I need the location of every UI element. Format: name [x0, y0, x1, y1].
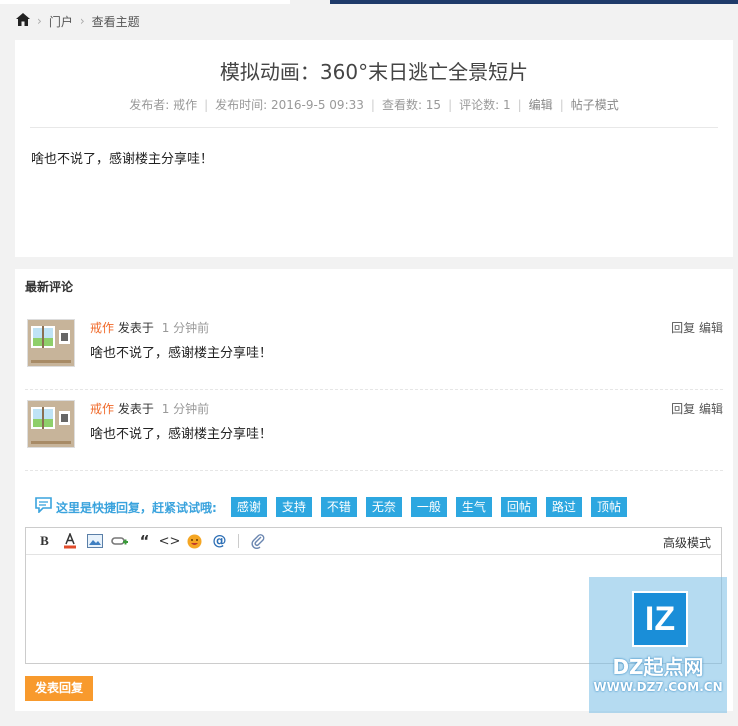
bold-icon[interactable]: B: [32, 532, 57, 550]
submit-reply-button[interactable]: 发表回复: [25, 676, 93, 701]
quick-tag-button[interactable]: 支持: [275, 497, 312, 517]
quick-tag-button[interactable]: 感谢: [230, 497, 267, 517]
edit-button[interactable]: 编辑: [699, 402, 723, 416]
edit-button[interactable]: 编辑: [699, 321, 723, 335]
comment-actions: 回复 编辑: [671, 319, 723, 336]
editor-toolbar: B “ <> @ 高级模式: [26, 528, 721, 555]
home-icon[interactable]: [16, 13, 30, 29]
quick-reply-bar: 这里是快捷回复，赶紧试试哦: 感谢 支持 不错 无奈 一般 生气 回帖 路过 顶…: [35, 496, 636, 518]
post-time: 发布时间: 2016-9-5 09:33: [215, 98, 364, 112]
toolbar-separator: [238, 534, 239, 548]
reply-button[interactable]: 回复: [671, 402, 695, 416]
watermark-name: DZ起点网: [612, 655, 704, 679]
speech-bubble-icon: [35, 497, 52, 517]
quick-tag-button[interactable]: 回帖: [500, 497, 537, 517]
edit-link[interactable]: 编辑: [529, 98, 553, 112]
breadcrumb-current: 查看主题: [91, 14, 140, 29]
breadcrumb-separator: ›: [79, 14, 85, 28]
comment-text: 啥也不说了，感谢楼主分享哇！: [90, 427, 273, 442]
comment-time: 1 分钟前: [161, 402, 210, 416]
mention-icon[interactable]: @: [207, 532, 232, 550]
link-icon[interactable]: [107, 532, 132, 550]
comment-posted-label: 发表于: [117, 321, 154, 335]
divider: [30, 127, 718, 128]
breadcrumb-portal[interactable]: 门户: [49, 13, 73, 30]
post-comments-count: 评论数: 1: [459, 98, 511, 112]
quote-icon[interactable]: “: [132, 532, 157, 550]
code-icon[interactable]: <>: [157, 532, 182, 550]
comment-item: 戒作 发表于 1 分钟前 回复 编辑 啥也不说了，感谢楼主分享哇！: [25, 309, 723, 390]
comment-item: 戒作 发表于 1 分钟前 回复 编辑 啥也不说了，感谢楼主分享哇！: [25, 390, 723, 471]
post-author: 发布者: 戒作: [129, 98, 198, 112]
font-color-icon[interactable]: [57, 532, 82, 550]
quick-tag-button[interactable]: 一般: [410, 497, 447, 517]
page-title: 模拟动画：360°末日逃亡全景短片: [219, 60, 529, 84]
post-meta: 发布者: 戒作 | 发布时间: 2016-9-5 09:33 | 查看数: 15 | 评论数…: [129, 98, 619, 112]
thread-mode-link[interactable]: 帖子模式: [571, 98, 619, 112]
quick-tag-button[interactable]: 生气: [455, 497, 492, 517]
quick-reply-label: 这里是快捷回复，赶紧试试哦:: [56, 500, 217, 515]
comment-header: 戒作 发表于 1 分钟前: [90, 319, 209, 336]
attachment-icon[interactable]: [245, 532, 270, 550]
quick-tag-button[interactable]: 顶帖: [590, 497, 627, 517]
emoji-icon[interactable]: [182, 532, 207, 550]
watermark: IZ DZ起点网 WWW.DZ7.COM.CN: [589, 577, 727, 713]
quick-tag-button[interactable]: 路过: [545, 497, 582, 517]
article-card: 模拟动画：360°末日逃亡全景短片 发布者: 戒作 | 发布时间: 2016-9-5…: [15, 40, 733, 257]
comment-text: 啥也不说了，感谢楼主分享哇！: [90, 346, 273, 361]
reply-button[interactable]: 回复: [671, 321, 695, 335]
post-views: 查看数: 15: [381, 98, 442, 112]
comment-time: 1 分钟前: [161, 321, 210, 335]
comment-posted-label: 发表于: [117, 402, 154, 416]
watermark-url: WWW.DZ7.COM.CN: [593, 680, 723, 694]
breadcrumb-separator: ›: [37, 14, 42, 28]
avatar[interactable]: [27, 319, 75, 367]
comments-title: 最新评论: [25, 280, 74, 294]
advanced-mode-link[interactable]: 高级模式: [663, 534, 711, 551]
comment-username[interactable]: 戒作: [90, 321, 114, 335]
avatar[interactable]: [27, 400, 75, 448]
breadcrumb: › 门户 › 查看主题: [16, 12, 140, 30]
comment-actions: 回复 编辑: [671, 400, 723, 417]
image-icon[interactable]: [82, 532, 107, 550]
top-strip: [0, 0, 738, 4]
watermark-logo: IZ: [632, 591, 688, 647]
quick-tag-button[interactable]: 不错: [320, 497, 357, 517]
post-body: 啥也不说了，感谢楼主分享哇！: [31, 152, 214, 167]
quick-tag-button[interactable]: 无奈: [365, 497, 402, 517]
comment-username[interactable]: 戒作: [90, 402, 114, 416]
comment-header: 戒作 发表于 1 分钟前: [90, 400, 209, 417]
